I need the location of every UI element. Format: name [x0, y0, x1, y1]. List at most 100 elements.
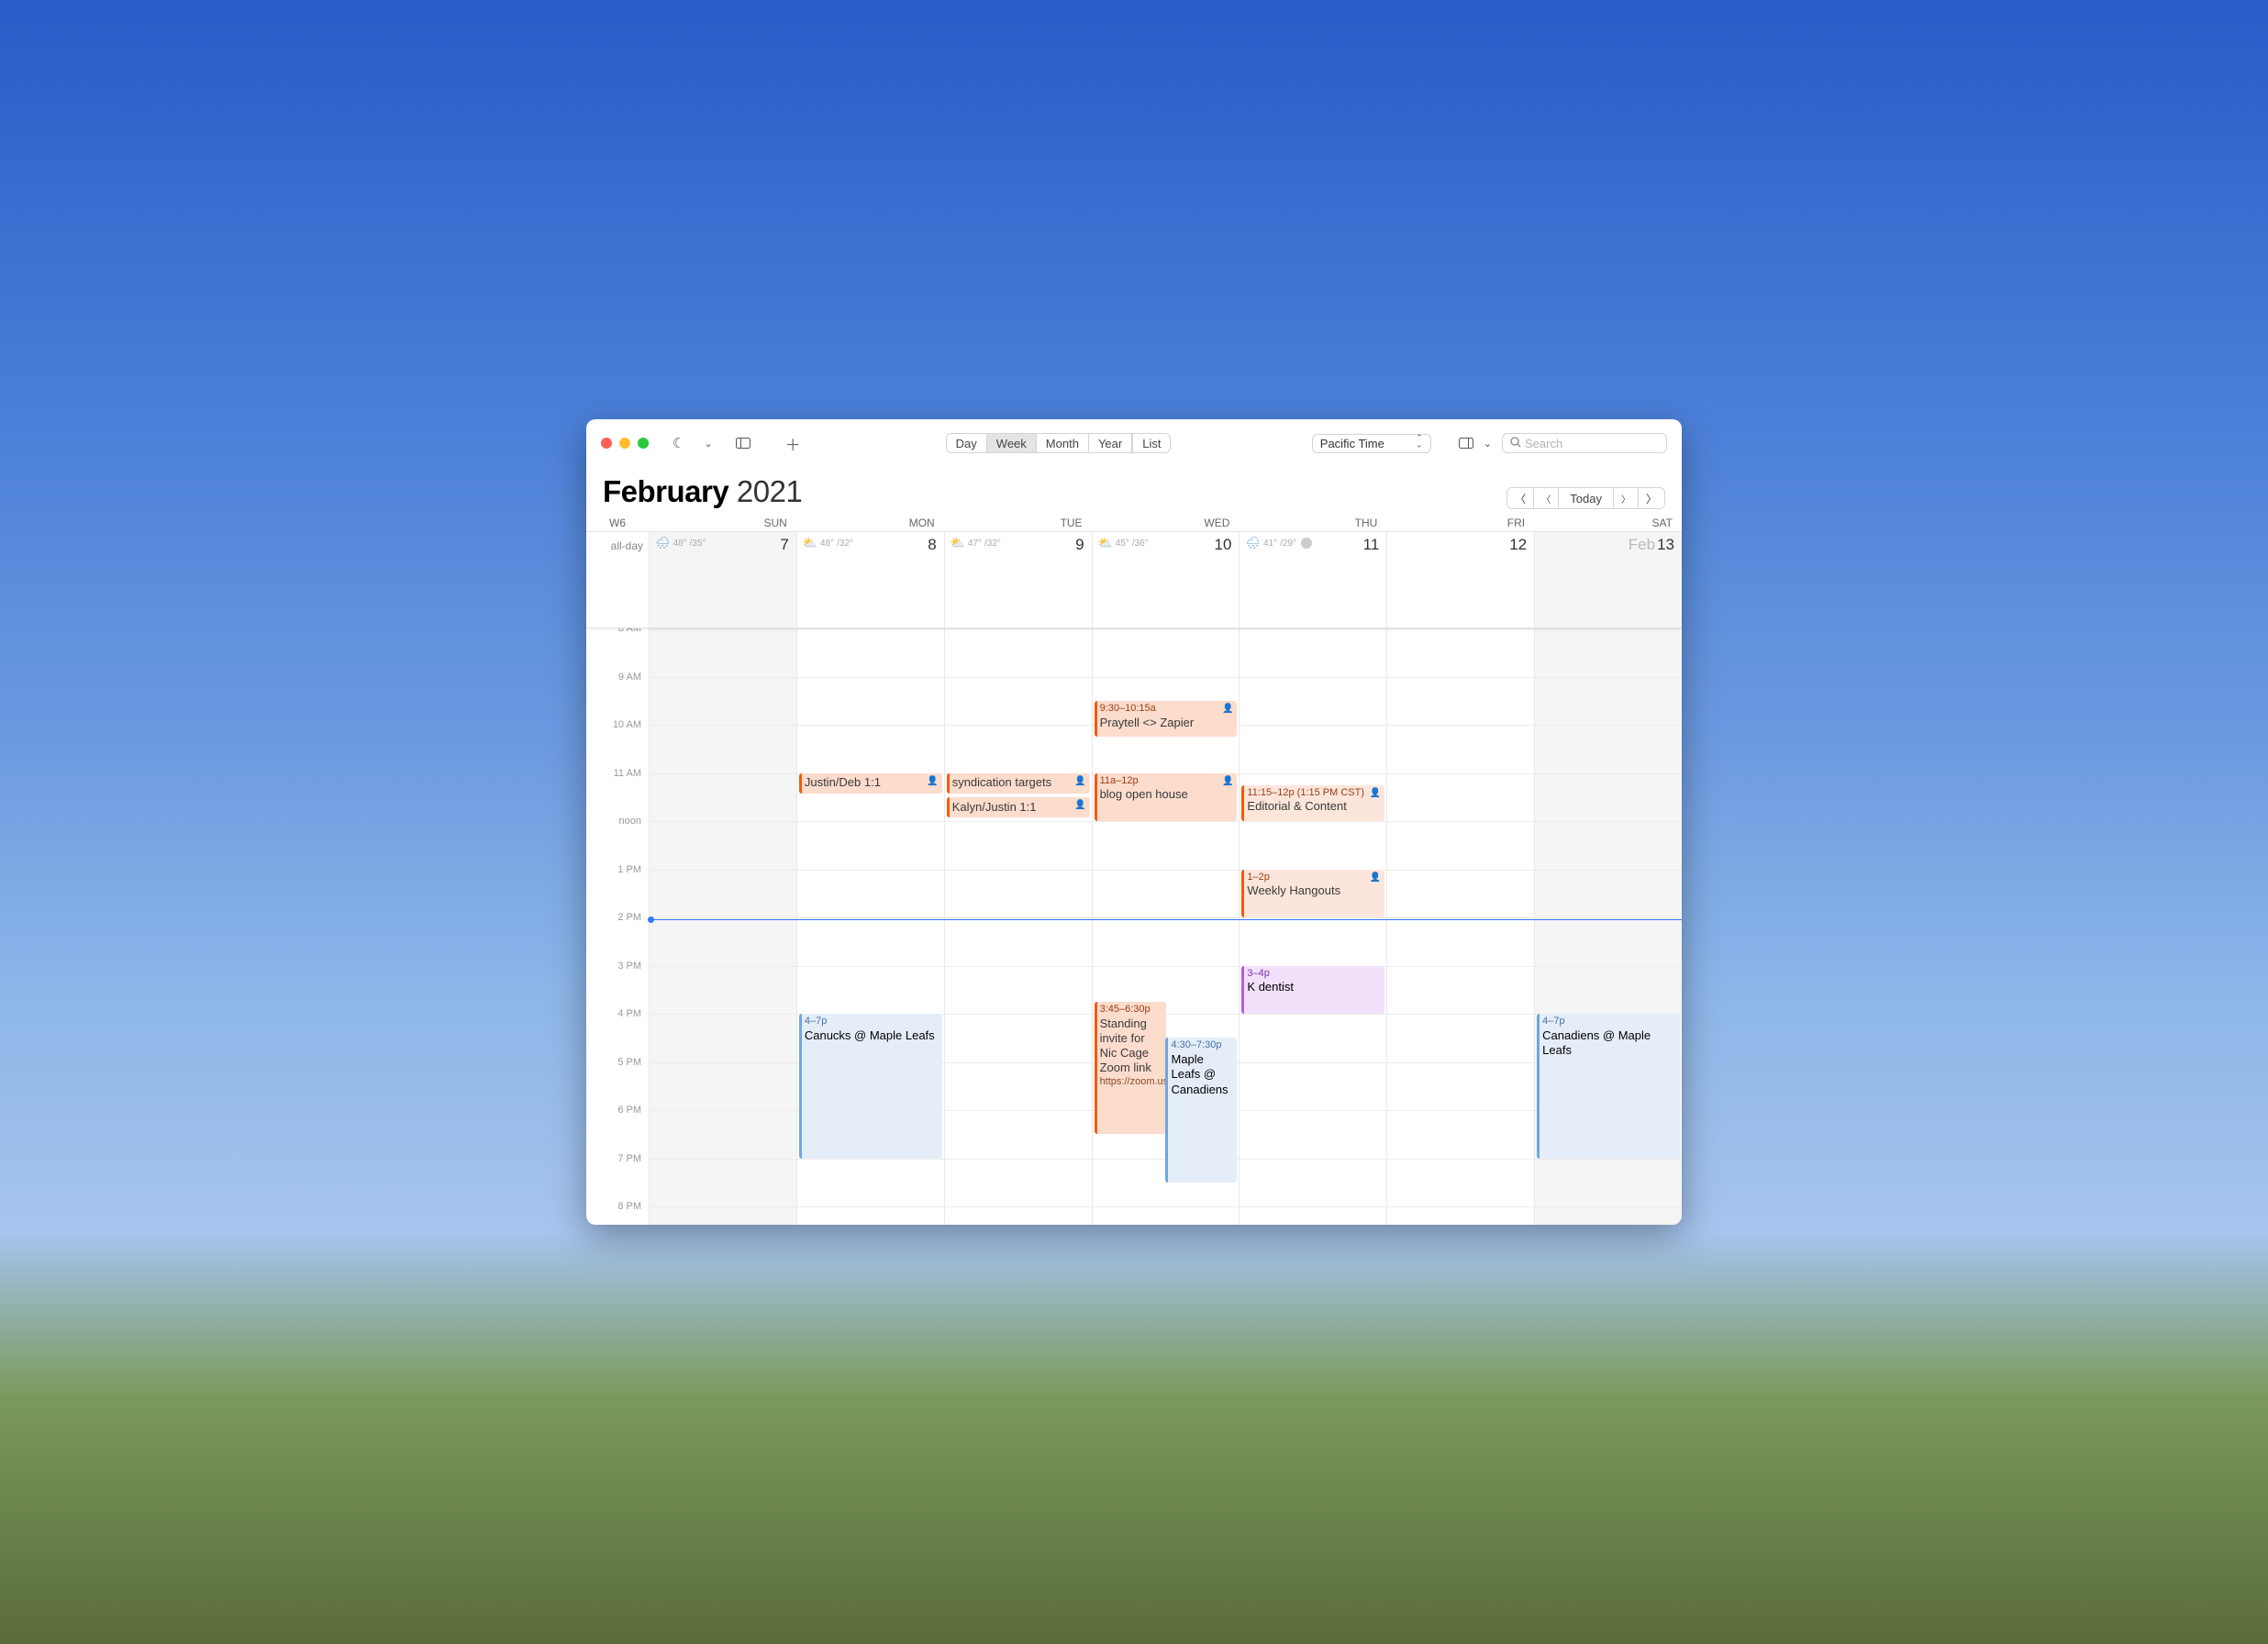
- time-grid: 8 AM 9 AM 10 AM 11 AM noon 1 PM 2 PM 3 P…: [586, 628, 1682, 1225]
- month-title: February 2021: [603, 474, 802, 509]
- dayname: TUE: [944, 517, 1092, 529]
- view-day[interactable]: Day: [947, 434, 987, 452]
- hour-label: 10 AM: [586, 719, 649, 768]
- event-openhouse[interactable]: 11a–12pblog open house👤: [1095, 773, 1238, 822]
- dayname: SUN: [649, 517, 796, 529]
- people-icon: 👤: [1370, 872, 1381, 884]
- hour-label: 8 AM: [586, 628, 649, 672]
- calendar-window: ☾ ⌄ ＋ Day Week Month Year List Pacific T…: [586, 419, 1682, 1225]
- minimize-button[interactable]: [619, 438, 630, 449]
- day-number: 11: [1363, 536, 1380, 554]
- moon-phase-icon: [1301, 538, 1312, 549]
- event-niccage[interactable]: 3:45–6:30pStanding invite for Nic Cage Z…: [1095, 1002, 1166, 1134]
- dayname: SAT: [1534, 517, 1682, 529]
- appearance-chevron[interactable]: ⌄: [701, 438, 715, 450]
- view-segmented-control: Day Week Month Year List: [946, 433, 1172, 453]
- next-month-button[interactable]: 〉: [1639, 488, 1664, 508]
- dayname: MON: [796, 517, 944, 529]
- people-icon: 👤: [1222, 704, 1233, 716]
- view-list[interactable]: List: [1132, 434, 1170, 452]
- event-syndication[interactable]: syndication targets👤: [947, 773, 1090, 794]
- day-col-sun[interactable]: [649, 628, 796, 1225]
- view-week[interactable]: Week: [987, 434, 1037, 452]
- weather: 🌧41°/29°: [1245, 536, 1381, 550]
- hour-label: noon: [586, 816, 649, 864]
- search-field[interactable]: [1502, 433, 1667, 453]
- event-editorial[interactable]: 11:15–12p (1:15 PM CST)Editorial & Conte…: [1241, 785, 1384, 821]
- people-icon: 👤: [927, 776, 938, 788]
- zoom-button[interactable]: [638, 438, 649, 449]
- event-canadiens-leafs[interactable]: 4–7pCanadiens @ Maple Leafs: [1537, 1014, 1680, 1159]
- hour-label: 7 PM: [586, 1153, 649, 1202]
- view-month[interactable]: Month: [1037, 434, 1089, 452]
- allday-row: all-day 🌧48°/35° 7 ⛅48°/32° 8 ⛅47°/32° 9…: [586, 531, 1682, 628]
- sidebar-toggle-icon[interactable]: [730, 438, 756, 449]
- view-year[interactable]: Year: [1089, 434, 1132, 452]
- prev-week-button[interactable]: 〈: [1534, 488, 1559, 508]
- time-labels: 8 AM 9 AM 10 AM 11 AM noon 1 PM 2 PM 3 P…: [586, 628, 649, 1225]
- event-justin-deb[interactable]: Justin/Deb 1:1👤: [799, 773, 942, 794]
- day-col-thu[interactable]: 11:15–12p (1:15 PM CST)Editorial & Conte…: [1239, 628, 1386, 1225]
- inspector-chevron[interactable]: ⌄: [1481, 438, 1495, 450]
- people-icon: 👤: [1074, 800, 1085, 812]
- prev-month-button[interactable]: 〈: [1507, 488, 1534, 508]
- dayname: WED: [1092, 517, 1240, 529]
- day-number: 12: [1509, 536, 1527, 554]
- weather: 🌧48°/35°: [655, 536, 791, 550]
- partly-cloudy-icon: ⛅: [1098, 536, 1113, 550]
- hour-label: 5 PM: [586, 1057, 649, 1105]
- allday-cell-tue[interactable]: ⛅47°/32° 9: [944, 532, 1092, 628]
- event-kalyn-justin[interactable]: Kalyn/Justin 1:1👤: [947, 797, 1090, 817]
- next-week-button[interactable]: 〉: [1614, 488, 1639, 508]
- allday-cell-fri[interactable]: 12: [1386, 532, 1534, 628]
- rain-icon: 🌧: [1245, 536, 1261, 550]
- close-button[interactable]: [601, 438, 612, 449]
- search-icon: [1510, 437, 1521, 450]
- event-praytell[interactable]: 9:30–10:15aPraytell <> Zapier👤: [1095, 701, 1238, 737]
- allday-cell-thu[interactable]: 🌧41°/29° 11: [1239, 532, 1386, 628]
- allday-label: all-day: [586, 532, 649, 628]
- day-number: 8: [928, 536, 936, 554]
- event-hangouts[interactable]: 1–2pWeekly Hangouts👤: [1241, 870, 1384, 918]
- day-number: 10: [1215, 536, 1232, 554]
- day-names-row: W6 SUN MON TUE WED THU FRI SAT: [586, 515, 1682, 531]
- hour-label: 9 AM: [586, 672, 649, 720]
- hour-label: 3 PM: [586, 961, 649, 1009]
- allday-cell-mon[interactable]: ⛅48°/32° 8: [796, 532, 944, 628]
- timezone-select[interactable]: Pacific Time: [1312, 434, 1431, 453]
- day-col-sat[interactable]: 4–7pCanadiens @ Maple Leafs: [1534, 628, 1682, 1225]
- window-controls: [601, 438, 649, 449]
- allday-cell-sun[interactable]: 🌧48°/35° 7: [649, 532, 796, 628]
- event-canucks[interactable]: 4–7pCanucks @ Maple Leafs: [799, 1014, 942, 1159]
- people-icon: 👤: [1222, 776, 1233, 788]
- dayname: THU: [1239, 517, 1386, 529]
- hour-label: 1 PM: [586, 864, 649, 913]
- weather: ⛅45°/36°: [1098, 536, 1234, 550]
- event-dentist[interactable]: 3–4pK dentist: [1241, 966, 1384, 1015]
- moon-icon[interactable]: ☾: [667, 435, 690, 451]
- new-event-button[interactable]: ＋: [780, 432, 806, 455]
- weather: ⛅48°/32°: [803, 536, 939, 550]
- allday-cell-wed[interactable]: ⛅45°/36° 10: [1092, 532, 1240, 628]
- hour-label: 4 PM: [586, 1008, 649, 1057]
- rain-icon: 🌧: [655, 536, 671, 550]
- allday-cell-sat[interactable]: Feb13: [1534, 532, 1682, 628]
- weather: ⛅47°/32°: [951, 536, 1086, 550]
- dayname: FRI: [1386, 517, 1534, 529]
- today-button[interactable]: Today: [1559, 488, 1614, 508]
- hour-label: 8 PM: [586, 1201, 649, 1225]
- day-col-tue[interactable]: syndication targets👤 Kalyn/Justin 1:1👤: [944, 628, 1092, 1225]
- inspector-toggle-icon[interactable]: [1453, 438, 1479, 449]
- day-col-fri[interactable]: [1386, 628, 1534, 1225]
- day-number: 9: [1075, 536, 1084, 554]
- header: February 2021 〈 〈 Today 〉 〉: [586, 467, 1682, 515]
- day-col-mon[interactable]: Justin/Deb 1:1👤 4–7pCanucks @ Maple Leaf…: [796, 628, 944, 1225]
- event-leafs-canadiens[interactable]: 4:30–7:30pMaple Leafs @ Canadiens: [1165, 1038, 1237, 1183]
- week-nav: 〈 〈 Today 〉 〉: [1506, 487, 1665, 509]
- day-col-wed[interactable]: 9:30–10:15aPraytell <> Zapier👤 11a–12pbl…: [1092, 628, 1240, 1225]
- search-input[interactable]: [1525, 437, 1659, 450]
- partly-cloudy-icon: ⛅: [951, 536, 965, 550]
- hour-label: 2 PM: [586, 912, 649, 961]
- toolbar: ☾ ⌄ ＋ Day Week Month Year List Pacific T…: [586, 419, 1682, 467]
- people-icon: 👤: [1370, 788, 1381, 800]
